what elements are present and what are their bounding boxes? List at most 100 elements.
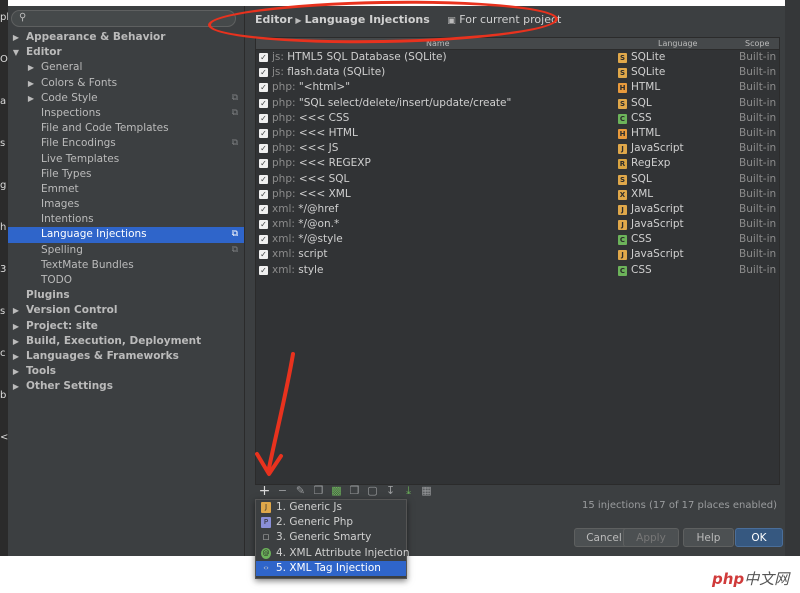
disable-selected-icon[interactable]: ❐ [347,483,362,499]
sidebar-item-file-encodings[interactable]: File Encodings ⧉ [8,136,244,151]
enabled-checkbox[interactable]: ✓ [259,128,268,138]
settings-search-field[interactable]: ⚲ [11,10,236,27]
ok-button[interactable]: OK [735,528,783,547]
settings-search-input[interactable] [30,12,234,27]
enable-selected-icon[interactable]: ▩ [329,483,344,499]
table-row[interactable]: ✓ php: <<< REGEXP R RegExp Built-in [256,156,779,171]
table-row[interactable]: ✓ php: <<< SQL S SQL Built-in [256,172,779,187]
column-header-language[interactable]: Language [658,38,697,49]
table-row[interactable]: ✓ xml: style C CSS Built-in [256,263,779,278]
enabled-checkbox[interactable]: ✓ [259,113,268,123]
sidebar-item-label: Intentions [41,213,94,226]
advanced-edit-icon[interactable]: ▦ [419,483,434,499]
add-injection-button[interactable]: + [257,483,272,499]
popup-item-5-xml-tag-injection[interactable]: ‹› 5. XML Tag Injection [256,560,406,576]
import-icon[interactable]: ↧ [383,483,398,499]
sidebar-item-label: Images [41,198,80,211]
sidebar-item-inspections[interactable]: Inspections ⧉ [8,106,244,121]
sidebar-item-colors-fonts[interactable]: ▶ Colors & Fonts [8,76,244,91]
enabled-checkbox[interactable]: ✓ [259,53,268,62]
table-row[interactable]: ✓ php: <<< HTML H HTML Built-in [256,126,779,141]
sidebar-item-language-injections[interactable]: Language Injections ⧉ [8,227,244,243]
sidebar-item-textmate-bundles[interactable]: TextMate Bundles [8,258,244,273]
enabled-checkbox[interactable]: ✓ [259,174,268,184]
help-button[interactable]: Help [683,528,734,547]
enabled-checkbox[interactable]: ✓ [259,68,268,78]
table-row[interactable]: ✓ php: "SQL select/delete/insert/update/c… [256,96,779,111]
collapse-arrow-icon[interactable]: ▶ [11,303,21,318]
sidebar-item-version-control[interactable]: ▶ Version Control [8,303,244,318]
table-row[interactable]: ✓ php: <<< XML X XML Built-in [256,187,779,202]
enabled-checkbox[interactable]: ✓ [259,159,268,169]
enabled-checkbox[interactable]: ✓ [259,144,268,154]
injection-language: HTML [631,126,661,139]
injection-prefix: xml: [272,202,295,215]
sidebar-item-images[interactable]: Images [8,197,244,212]
collapse-arrow-icon[interactable]: ▶ [11,379,21,394]
sidebar-item-build-execution-deployment[interactable]: ▶ Build, Execution, Deployment [8,334,244,349]
table-row[interactable]: ✓ php: "<html>" H HTML Built-in [256,80,779,95]
sidebar-item-appearance-behavior[interactable]: ▶ Appearance & Behavior [8,30,244,45]
sidebar-item-editor[interactable]: ▼ Editor [8,45,244,60]
project-settings-icon: ⧉ [231,229,238,240]
enabled-checkbox[interactable]: ✓ [259,220,268,230]
export-icon[interactable]: ⤓ [401,483,416,499]
popup-item-label: 3. Generic Smarty [276,531,372,544]
table-row[interactable]: ✓ php: <<< JS J JavaScript Built-in [256,141,779,156]
popup-item-1-generic-js[interactable]: J 1. Generic Js [256,500,406,515]
column-header-scope[interactable]: Scope [745,38,769,49]
table-row[interactable]: ✓ js: HTML5 SQL Database (SQLite) S SQLite B… [256,50,779,65]
sidebar-item-label: Tools [26,365,57,378]
enabled-checkbox[interactable]: ✓ [259,250,268,260]
table-row[interactable]: ✓ js: flash.data (SQLite) S SQLite Built-in [256,65,779,80]
remove-injection-button[interactable]: − [275,483,290,499]
table-row[interactable]: ✓ php: <<< CSS C CSS Built-in [256,111,779,126]
sidebar-item-languages-frameworks[interactable]: ▶ Languages & Frameworks [8,349,244,364]
enabled-checkbox[interactable]: ✓ [259,235,268,245]
enabled-checkbox[interactable]: ✓ [259,265,268,275]
sidebar-item-code-style[interactable]: ▶ Code Style ⧉ [8,91,244,106]
collapse-arrow-icon[interactable]: ▶ [26,91,36,106]
apply-button[interactable]: Apply [623,528,679,547]
popup-item-4-xml-attribute-injection[interactable]: @4. XML Attribute Injection [256,546,410,561]
edit-pencil-icon[interactable]: ✎ [293,483,308,499]
table-row[interactable]: ✓ xml: */@on.* J JavaScript Built-in [256,217,779,232]
collapse-arrow-icon[interactable]: ▶ [26,76,36,91]
copy-icon[interactable]: ❐ [311,483,326,499]
collapse-arrow-icon[interactable]: ▶ [26,60,36,75]
sidebar-item-other-settings[interactable]: ▶ Other Settings [8,379,244,394]
injection-language: CSS [631,263,652,276]
table-row[interactable]: ✓ xml: */@href J JavaScript Built-in [256,202,779,217]
toggle-icon[interactable]: ▢ [365,483,380,499]
sidebar-item-intentions[interactable]: Intentions [8,212,244,227]
table-row[interactable]: ✓ xml: */@style C CSS Built-in [256,232,779,247]
sidebar-item-todo[interactable]: TODO [8,273,244,288]
sidebar-item-plugins[interactable]: Plugins [8,288,244,303]
sidebar-item-emmet[interactable]: Emmet [8,182,244,197]
enabled-checkbox[interactable]: ✓ [259,189,268,199]
enabled-checkbox[interactable]: ✓ [259,98,268,108]
project-settings-icon: ⧉ [231,107,238,118]
enabled-checkbox[interactable]: ✓ [259,204,268,214]
sidebar-item-live-templates[interactable]: Live Templates [8,152,244,167]
collapse-arrow-icon[interactable]: ▶ [11,364,21,379]
sidebar-item-general[interactable]: ▶ General [8,60,244,75]
css-file-icon: C [618,235,627,246]
table-row[interactable]: ✓ xml: script J JavaScript Built-in [256,247,779,262]
collapse-arrow-icon[interactable]: ▶ [11,349,21,364]
collapse-arrow-icon[interactable]: ▶ [11,319,21,334]
sidebar-item-file-and-code-templates[interactable]: File and Code Templates [8,121,244,136]
collapse-arrow-icon[interactable]: ▶ [11,30,21,45]
sidebar-item-project-site[interactable]: ▶ Project: site [8,319,244,334]
popup-item-2-generic-php[interactable]: P 2. Generic Php [256,515,406,530]
php-icon: P [261,517,271,529]
sidebar-item-tools[interactable]: ▶ Tools [8,364,244,379]
enabled-checkbox[interactable]: ✓ [259,83,268,93]
collapse-arrow-icon[interactable]: ▶ [11,334,21,349]
expand-arrow-icon[interactable]: ▼ [11,45,21,60]
injection-name: php: <<< HTML [272,126,358,141]
sidebar-item-spelling[interactable]: Spelling ⧉ [8,243,244,258]
sidebar-item-file-types[interactable]: File Types [8,167,244,182]
sql-file-icon: S [618,174,627,185]
popup-item-3-generic-smarty[interactable]: □ 3. Generic Smarty [256,530,406,545]
